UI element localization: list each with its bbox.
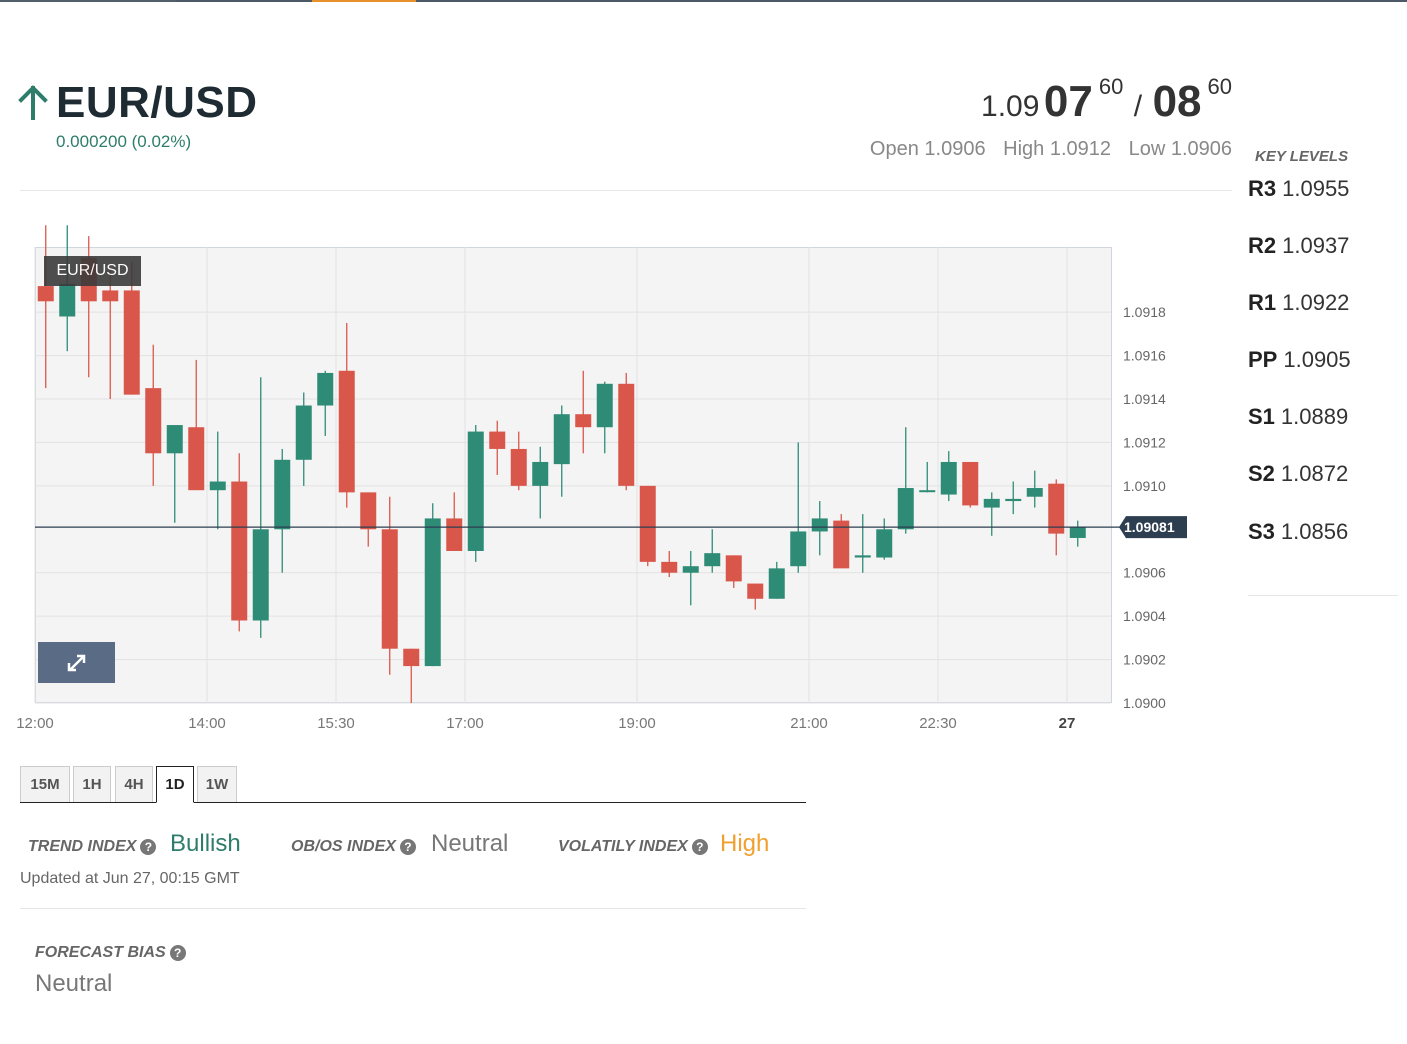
candle-body [403,648,420,667]
trend-index-label: TREND INDEX? [28,838,157,856]
volatility-index-label: VOLATILY INDEX? [558,838,708,856]
tab-4h[interactable]: 4H [115,766,153,802]
candle-body [639,485,656,562]
candle-body [145,388,162,454]
candle-body [231,481,248,621]
forecast-bias-label: FORECAST BIAS? [35,944,186,962]
y-tick-label: 1.0912 [1123,434,1166,450]
chart-legend: EUR/USD [44,256,141,286]
forecast-bias-value: Neutral [35,970,113,997]
candle-body [962,461,979,506]
question-circle-icon[interactable]: ? [140,839,157,855]
candle-body [704,553,721,567]
volatility-index-value: High [720,830,770,857]
candle-body [338,370,355,493]
candle-body [1026,488,1043,497]
candle-body [532,461,549,486]
x-tick-label: 21:00 [790,715,828,732]
candle-body [510,448,527,486]
y-tick-label: 1.0916 [1123,348,1166,364]
x-tick-label: 19:00 [618,715,656,732]
candle-body [1069,527,1086,538]
candle-body [188,427,205,491]
x-tick-label: 15:30 [317,715,355,732]
y-tick-label: 1.0918 [1123,304,1166,320]
volatility-index-text: VOLATILY INDEX [558,838,688,855]
candle-body [59,283,76,317]
candle-body [682,566,699,573]
candle-body [575,414,592,428]
candle-body [424,518,441,667]
question-circle-icon[interactable]: ? [399,839,416,855]
y-tick-label: 1.0904 [1123,608,1166,624]
candle-body [102,290,119,302]
candle-body [747,583,764,599]
candle-body [37,286,54,302]
candle-body [833,520,850,569]
candle-body [274,459,291,530]
candle-body [360,492,377,530]
x-tick-label: 12:00 [16,715,54,732]
x-tick-label: 22:30 [919,715,957,732]
obos-index-value: Neutral [431,830,509,857]
candle-body [209,481,226,491]
candle-body [123,290,140,395]
candlestick-chart[interactable]: 1.0918 1.0916 1.0914 1.0912 1.0910 1.0906 1.09… [0,0,1407,745]
candle-body [252,529,269,621]
tab-1w[interactable]: 1W [197,766,237,802]
expand-chart-button[interactable] [38,642,115,683]
candle-body [596,383,613,428]
candle-body [919,490,936,493]
candle-body [1048,483,1065,534]
candle-body [897,488,914,530]
tab-1d[interactable]: 1D [156,766,194,803]
candle-body [811,518,828,532]
obos-index-label: OB/OS INDEX? [291,838,416,856]
x-tick-label: 14:00 [188,715,226,732]
candle-body [489,431,506,449]
y-tick-label: 1.0906 [1123,565,1166,581]
forecast-bias-text: FORECAST BIAS [35,944,166,961]
y-tick-label: 1.0900 [1123,695,1166,711]
indices-divider [20,908,806,909]
x-tick-label: 27 [1059,715,1076,732]
question-circle-icon[interactable]: ? [691,839,708,855]
obos-index-text: OB/OS INDEX [291,838,396,855]
candle-body [618,383,635,486]
tab-15m[interactable]: 15M [20,766,70,802]
updated-timestamp: Updated at Jun 27, 00:15 GMT [20,870,240,887]
candle-body [166,425,183,454]
candle-body [553,414,570,465]
question-circle-icon[interactable]: ? [169,945,186,961]
trend-index-text: TREND INDEX [28,838,137,855]
candle-body [983,498,1000,508]
candle-body [467,431,484,551]
candle-body [940,461,957,495]
expand-arrows-icon [67,654,86,672]
y-tick-label: 1.0914 [1123,391,1166,407]
candle-body [854,555,871,558]
candle-body [1005,498,1022,502]
trend-index-value: Bullish [170,830,241,857]
candle-body [381,529,398,649]
current-price-label: 1.09081 [1124,519,1175,535]
candle-body [661,561,678,573]
candle-body [446,518,463,551]
tab-1h[interactable]: 1H [73,766,111,802]
y-tick-label: 1.0902 [1123,652,1166,668]
candle-body [317,372,334,406]
timeframe-tabs: 15M 1H 4H 1D 1W [20,766,806,803]
x-tick-label: 17:00 [446,715,484,732]
y-tick-label: 1.0910 [1123,478,1166,494]
candle-body [295,405,312,460]
candle-body [725,555,742,582]
candle-body [790,531,807,567]
candle-body [768,568,785,599]
candle-body [876,529,893,558]
